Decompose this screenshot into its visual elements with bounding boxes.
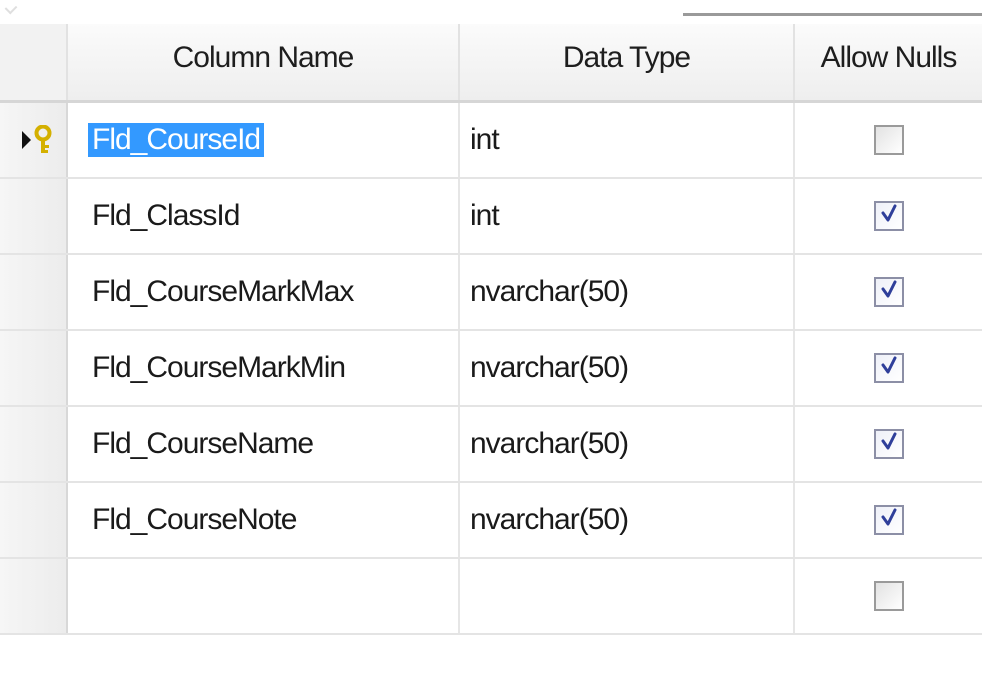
data-type-cell[interactable]: int	[460, 179, 795, 253]
allow-nulls-checkbox[interactable]	[873, 125, 904, 155]
data-type-text: nvarchar(50)	[470, 275, 629, 308]
column-name-cell[interactable]: Fld_CourseName	[68, 407, 460, 481]
allow-nulls-checkbox[interactable]	[873, 199, 904, 233]
data-type-text: nvarchar(50)	[470, 503, 629, 536]
row-selector[interactable]	[0, 559, 68, 633]
allow-nulls-cell	[795, 483, 982, 557]
check-icon	[880, 351, 898, 385]
column-name-cell[interactable]: Fld_CourseMarkMin	[68, 331, 460, 405]
allow-nulls-cell	[795, 103, 982, 177]
data-type-cell[interactable]: nvarchar(50)	[460, 255, 795, 329]
check-icon	[880, 427, 898, 461]
row-selector[interactable]	[0, 407, 68, 481]
allow-nulls-cell	[795, 331, 982, 405]
table-designer: Column Name Data Type Allow Nulls Fld_Co…	[0, 0, 982, 677]
data-type-cell[interactable]: nvarchar(50)	[460, 407, 795, 481]
header-column-name[interactable]: Column Name	[68, 24, 460, 100]
top-strip	[0, 0, 982, 22]
data-type-text: int	[470, 199, 500, 232]
data-type-cell[interactable]: nvarchar(50)	[460, 483, 795, 557]
column-name-text: Fld_CourseName	[92, 427, 314, 460]
row-indicator	[22, 124, 54, 155]
table-row[interactable]	[0, 559, 982, 635]
column-name-text: Fld_CourseId	[88, 123, 265, 157]
column-name-cell[interactable]: Fld_CourseMarkMax	[68, 255, 460, 329]
data-type-cell[interactable]: nvarchar(50)	[460, 331, 795, 405]
header-row-selector[interactable]	[0, 24, 68, 100]
table-row[interactable]: Fld_CourseId int	[0, 103, 982, 179]
column-name-cell[interactable]: Fld_CourseNote	[68, 483, 460, 557]
grid-header: Column Name Data Type Allow Nulls	[0, 24, 982, 103]
allow-nulls-cell	[795, 559, 982, 633]
row-selector[interactable]	[0, 179, 68, 253]
allow-nulls-checkbox[interactable]	[873, 503, 904, 537]
data-type-text: nvarchar(50)	[470, 427, 629, 460]
row-selector[interactable]	[0, 103, 68, 177]
column-name-cell[interactable]: Fld_CourseId	[68, 103, 460, 177]
column-name-cell[interactable]: Fld_ClassId	[68, 179, 460, 253]
header-data-type-label: Data Type	[562, 41, 691, 74]
column-name-cell[interactable]	[68, 559, 460, 633]
header-data-type[interactable]: Data Type	[460, 24, 795, 100]
table-row[interactable]: Fld_CourseMarkMax nvarchar(50)	[0, 255, 982, 331]
table-row[interactable]: Fld_CourseMarkMin nvarchar(50)	[0, 331, 982, 407]
allow-nulls-checkbox[interactable]	[873, 351, 904, 385]
table-row[interactable]: Fld_CourseNote nvarchar(50)	[0, 483, 982, 559]
table-row[interactable]: Fld_ClassId int	[0, 179, 982, 255]
grid-rows: Fld_CourseId int Fld_ClassId int Fld_CourseM…	[0, 103, 982, 635]
header-allow-nulls-label: Allow Nulls	[820, 41, 958, 74]
data-type-text: nvarchar(50)	[470, 351, 629, 384]
column-name-text: Fld_ClassId	[92, 199, 240, 232]
top-divider	[683, 13, 982, 16]
column-name-text: Fld_CourseNote	[92, 503, 297, 536]
allow-nulls-checkbox[interactable]	[873, 275, 904, 309]
header-allow-nulls[interactable]: Allow Nulls	[795, 24, 982, 100]
row-selector[interactable]	[0, 255, 68, 329]
table-row[interactable]: Fld_CourseName nvarchar(50)	[0, 407, 982, 483]
data-type-cell[interactable]: int	[460, 103, 795, 177]
column-name-text: Fld_CourseMarkMax	[92, 275, 354, 308]
allow-nulls-cell	[795, 407, 982, 481]
column-name-text: Fld_CourseMarkMin	[92, 351, 346, 384]
check-icon	[880, 199, 898, 233]
data-type-cell[interactable]	[460, 559, 795, 633]
corner-mark	[4, 1, 18, 15]
row-selector[interactable]	[0, 331, 68, 405]
header-column-name-label: Column Name	[172, 41, 355, 74]
arrow-right-icon	[22, 131, 31, 149]
allow-nulls-checkbox[interactable]	[873, 427, 904, 461]
column-grid: Column Name Data Type Allow Nulls Fld_Co…	[0, 24, 982, 635]
check-icon	[880, 503, 898, 537]
key-icon	[32, 124, 54, 155]
allow-nulls-cell	[795, 179, 982, 253]
check-icon	[880, 275, 898, 309]
allow-nulls-cell	[795, 255, 982, 329]
allow-nulls-checkbox[interactable]	[873, 581, 904, 611]
row-selector[interactable]	[0, 483, 68, 557]
data-type-text: int	[470, 123, 500, 156]
